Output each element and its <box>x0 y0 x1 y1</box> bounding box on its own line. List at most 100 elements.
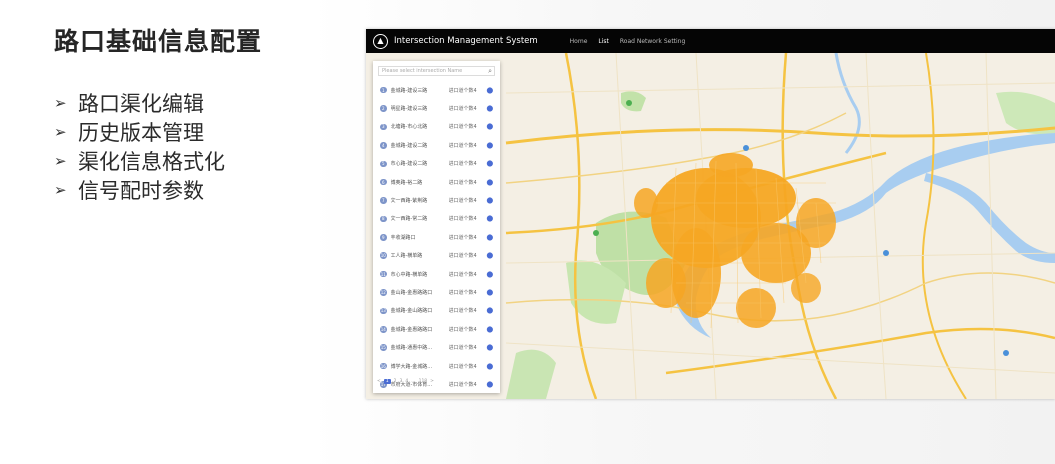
row-number: 4 <box>380 142 387 149</box>
approach-count: 进口道个数4 <box>448 198 477 205</box>
list-item[interactable]: 5 市心路-建设二路 进口道个数4 ⬤ <box>378 155 497 173</box>
pagination: < 1 2 3 4 ... 118 > <box>377 379 437 384</box>
arrowhead-icon: ➢ <box>54 151 67 170</box>
location-pin-icon[interactable]: ⬤ <box>487 381 494 388</box>
approach-count: 进口道个数4 <box>448 381 477 388</box>
intersection-name: 金城路-通惠中路... <box>390 345 433 352</box>
row-number: 6 <box>380 178 387 186</box>
list-item[interactable]: 2 明星路-建设三路 进口道个数4 ⬤ <box>378 99 497 117</box>
list-item[interactable]: 7 文一西路-紫荆路 进口道个数4 ⬤ <box>378 191 497 209</box>
bullet-item: ➢ 渠化信息格式化 <box>54 146 225 175</box>
list-item[interactable]: 6 博奥路-裕二路 进口道个数4 ⬤ <box>378 173 497 191</box>
bullet-text: 路口渠化编辑 <box>78 91 204 116</box>
location-pin-icon[interactable]: ⬤ <box>487 234 494 241</box>
intersection-name: 金城路-建设二路 <box>390 142 428 149</box>
poi-marker <box>743 145 749 151</box>
list-item[interactable]: 9 丰收湖路口 进口道个数4 ⬤ <box>378 228 497 246</box>
list-item[interactable]: 15 金城路-通惠中路... 进口道个数4 ⬤ <box>378 338 497 356</box>
row-number: 8 <box>380 215 387 223</box>
approach-count: 进口道个数4 <box>448 106 477 113</box>
intersection-list: 1 金城路-建设三路 进口道个数4 ⬤ 2 明星路-建设三路 进口道个数4 ⬤ 3 北塘路-市… <box>378 81 497 394</box>
row-number: 15 <box>380 344 387 351</box>
intersection-list-panel: Please select intersection Name ⌕ 1 金城路-建… <box>373 61 500 393</box>
intersection-markers <box>736 288 776 328</box>
row-number: 3 <box>380 123 387 131</box>
nav-list[interactable]: List <box>598 38 609 45</box>
location-pin-icon[interactable]: ⬤ <box>487 344 494 351</box>
location-pin-icon[interactable]: ⬤ <box>487 160 494 167</box>
row-number: 13 <box>380 307 387 315</box>
bullet-item: ➢ 历史版本管理 <box>54 117 225 146</box>
arrowhead-icon: ➢ <box>54 122 67 141</box>
next-page-button[interactable]: > <box>430 379 434 384</box>
location-pin-icon[interactable]: ⬤ <box>487 326 494 333</box>
location-pin-icon[interactable]: ⬤ <box>487 179 494 186</box>
intersection-name: 金城路-金惠路路口 <box>390 326 433 333</box>
location-pin-icon[interactable]: ⬤ <box>487 271 494 278</box>
list-item[interactable]: 4 金城路-建设二路 进口道个数4 ⬤ <box>378 136 497 154</box>
row-number: 10 <box>380 252 387 259</box>
location-pin-icon[interactable]: ⬤ <box>487 363 494 370</box>
pager-ellipsis: ... <box>411 379 416 384</box>
bullet-text: 渠化信息格式化 <box>78 149 225 174</box>
list-item[interactable]: 8 文一西路-常二路 进口道个数4 ⬤ <box>378 210 497 228</box>
intersection-name: 文一西路-紫荆路 <box>390 198 428 205</box>
search-placeholder: Please select intersection Name <box>382 68 463 74</box>
intersection-name: 明星路-建设三路 <box>390 106 428 113</box>
app-header: ▲ Intersection Management System Home Li… <box>366 29 1055 53</box>
location-pin-icon[interactable]: ⬤ <box>487 252 494 259</box>
approach-count: 进口道个数4 <box>448 142 477 149</box>
location-pin-icon[interactable]: ⬤ <box>487 123 494 130</box>
row-number: 7 <box>380 197 387 204</box>
list-item[interactable]: 1 金城路-建设三路 进口道个数4 ⬤ <box>378 81 497 99</box>
intersection-name: 北塘路-市心北路 <box>390 124 428 131</box>
intersection-name: 市心路-建设二路 <box>390 161 428 168</box>
intersection-markers <box>696 168 796 228</box>
poi-marker <box>626 100 632 106</box>
poi-marker <box>593 230 599 236</box>
nav-road-network-setting[interactable]: Road Network Setting <box>620 38 685 45</box>
list-item[interactable]: 16 博学大路-金城路... 进口道个数4 ⬤ <box>378 357 497 375</box>
search-icon[interactable]: ⌕ <box>488 67 492 76</box>
nav-home[interactable]: Home <box>570 38 588 45</box>
list-item[interactable]: 14 金城路-金惠路路口 进口道个数4 ⬤ <box>378 320 497 338</box>
prev-page-button[interactable]: < <box>377 379 381 384</box>
approach-count: 进口道个数4 <box>448 289 477 296</box>
list-item[interactable]: 13 金城路-金山路路口 进口道个数4 ⬤ <box>378 302 497 320</box>
page-button[interactable]: 3 <box>400 379 403 384</box>
location-pin-icon[interactable]: ⬤ <box>487 87 494 94</box>
list-item[interactable]: 12 金山路-金惠路路口 进口道个数4 ⬤ <box>378 283 497 301</box>
location-pin-icon[interactable]: ⬤ <box>487 307 494 314</box>
bullet-text: 历史版本管理 <box>78 120 204 145</box>
bullet-list: ➢ 路口渠化编辑 ➢ 历史版本管理 ➢ 渠化信息格式化 ➢ 信号配时参数 <box>54 88 225 204</box>
location-pin-icon[interactable]: ⬤ <box>487 197 494 204</box>
row-number: 14 <box>380 326 387 333</box>
arrowhead-icon: ➢ <box>54 93 67 112</box>
page-button[interactable]: 1 <box>383 379 391 384</box>
approach-count: 进口道个数4 <box>448 271 477 278</box>
bullet-item: ➢ 信号配时参数 <box>54 175 225 204</box>
row-number: 5 <box>380 160 387 167</box>
location-pin-icon[interactable]: ⬤ <box>487 105 494 112</box>
location-pin-icon[interactable]: ⬤ <box>487 289 494 296</box>
intersection-name: 工人路-横单路 <box>390 253 423 260</box>
intersection-name: 市心中路-横单路 <box>390 271 428 278</box>
app-logo-icon[interactable]: ▲ <box>373 33 388 49</box>
approach-count: 进口道个数4 <box>448 216 477 223</box>
row-number: 16 <box>380 362 387 370</box>
list-item[interactable]: 3 北塘路-市心北路 进口道个数4 ⬤ <box>378 118 497 136</box>
list-item[interactable]: 10 工人路-横单路 进口道个数4 ⬤ <box>378 247 497 265</box>
location-pin-icon[interactable]: ⬤ <box>487 215 494 222</box>
page-button[interactable]: 4 <box>405 379 408 384</box>
location-pin-icon[interactable]: ⬤ <box>487 142 494 149</box>
approach-count: 进口道个数4 <box>448 253 477 260</box>
search-input[interactable]: Please select intersection Name ⌕ <box>378 66 495 76</box>
approach-count: 进口道个数4 <box>448 345 477 352</box>
list-item[interactable]: 17 市府大道-市体育... 进口道个数4 ⬤ <box>378 375 497 393</box>
list-item[interactable]: 11 市心中路-横单路 进口道个数4 ⬤ <box>378 265 497 283</box>
approach-count: 进口道个数4 <box>448 308 477 315</box>
page-button[interactable]: 118 <box>419 379 428 384</box>
row-number: 1 <box>380 86 387 94</box>
page-button[interactable]: 2 <box>394 379 397 384</box>
row-number: 11 <box>380 270 387 278</box>
